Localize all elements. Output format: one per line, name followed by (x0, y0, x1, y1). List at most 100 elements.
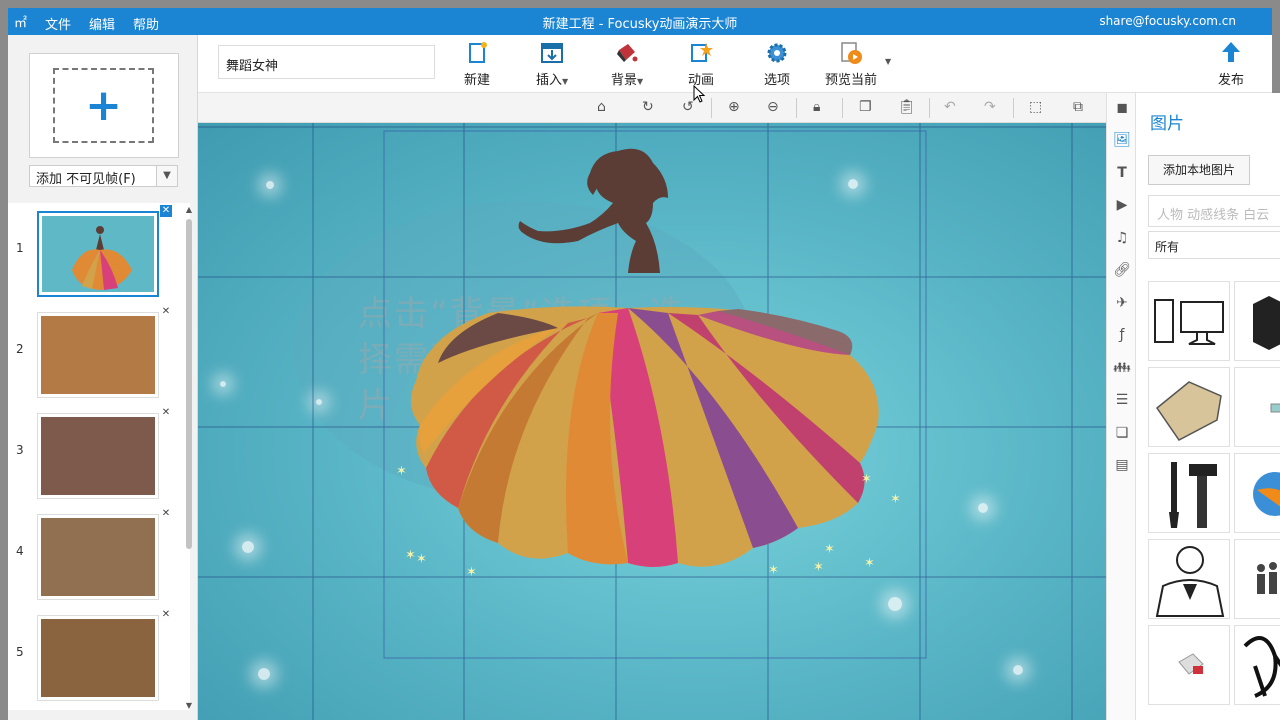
animation-button[interactable]: 动画 (688, 40, 714, 88)
clipart-tools[interactable] (1148, 453, 1230, 533)
people-icon[interactable]: 👪︎ (1113, 359, 1131, 377)
link-icon[interactable]: 🔗︎ (1113, 261, 1131, 279)
globe-icon (1253, 472, 1280, 516)
video-icon[interactable]: ▶ (1113, 196, 1131, 214)
svg-text:✶: ✶ (396, 464, 407, 479)
music-icon[interactable]: ♫ (1113, 229, 1131, 247)
fullscreen-icon[interactable]: ⧉ (1073, 99, 1083, 115)
insert-button[interactable]: 插入▼ (536, 40, 568, 88)
tools-icon (1169, 462, 1217, 528)
window-title: 新建工程 - Focusky动画演示大师 (542, 17, 738, 32)
select-area-icon[interactable]: ⬚ (1029, 99, 1042, 115)
publish-label: 发布 (1218, 73, 1245, 88)
publish-icon (1218, 40, 1244, 66)
rotate-left-icon[interactable]: ↺ (682, 99, 694, 115)
close-icon[interactable]: ✕ (160, 205, 172, 217)
close-icon[interactable]: ✕ (160, 508, 172, 520)
scroll-down-icon[interactable]: ▼ (184, 701, 194, 710)
svg-text:✶: ✶ (824, 542, 835, 557)
chevron-down-icon: ▼ (562, 77, 569, 86)
title-bar: ㎡ 文件 编辑 帮助 新建工程 - Focusky动画演示大师 share@fo… (8, 8, 1272, 35)
background-icon (614, 40, 640, 66)
lock-icon[interactable]: 🔒︎ (813, 99, 820, 115)
clipart-arrow-sketch[interactable] (1234, 625, 1280, 705)
insert-icon (539, 40, 565, 66)
clipart-building[interactable] (1234, 281, 1280, 361)
new-button[interactable]: 新建 (464, 40, 490, 88)
building-icon (1253, 296, 1280, 350)
new-icon (464, 40, 490, 66)
image-panel: 图片 添加本地图片 人物 动感线条 白云 所有 (1136, 93, 1280, 720)
zoom-out-icon[interactable]: ⊖ (767, 99, 779, 115)
chevron-down-icon: ▼ (637, 77, 644, 86)
frame-thumbnail[interactable] (37, 615, 159, 701)
plane-icon[interactable]: ✈ (1113, 294, 1131, 312)
preview-current-button[interactable]: 预览当前 (825, 40, 877, 88)
frame-number: 2 (16, 342, 24, 356)
arrow-sketch-icon (1243, 636, 1280, 698)
main-toolbar: 舞蹈女神 新建 插入▼ 背景▼ 动画 选项 预览当前 ▼ 发布 (198, 35, 1272, 93)
zoom-in-icon[interactable]: ⊕ (728, 99, 740, 115)
swf-icon[interactable]: ƒ (1113, 326, 1131, 344)
frame-item-5[interactable]: 5 ✕ (8, 607, 188, 701)
image-icon[interactable]: 🖼︎ (1113, 131, 1131, 149)
copy-icon[interactable]: ❐ (859, 99, 872, 115)
image-filter-select[interactable]: 所有 (1148, 231, 1280, 259)
layout-icon[interactable]: ▤ (1113, 456, 1131, 474)
scrollbar-thumb[interactable] (186, 219, 192, 549)
clipart-computer[interactable] (1148, 281, 1230, 361)
plus-icon: + (53, 68, 154, 143)
home-icon[interactable]: ⌂ (597, 99, 606, 115)
options-button[interactable]: 选项 (764, 40, 790, 88)
picture-icon (1270, 403, 1280, 413)
add-frame-button[interactable]: + (29, 53, 179, 158)
publish-button[interactable]: 发布 (1218, 40, 1244, 88)
project-name-field[interactable]: 舞蹈女神 (218, 45, 435, 79)
frame-item-3[interactable]: 3 ✕ (8, 405, 188, 499)
dancer-illustration[interactable]: ✶ ✶ ✶ ✶ ✶ ✶ ✶ ✶ ✶ ✶ (198, 123, 1106, 720)
eraser-icon (1178, 653, 1204, 675)
layers-icon[interactable]: ☰ (1113, 391, 1131, 409)
clipart-person[interactable] (1148, 539, 1230, 619)
close-icon[interactable]: ✕ (160, 407, 172, 419)
scroll-up-icon[interactable]: ▲ (184, 205, 194, 214)
frame-item-1[interactable]: 1 ✕ (8, 203, 188, 297)
undo-icon[interactable]: ↶ (944, 99, 956, 115)
close-icon[interactable]: ✕ (160, 306, 172, 318)
frame-number: 1 (16, 241, 24, 255)
preview-icon (838, 40, 864, 66)
shape-icon[interactable]: ◼ (1113, 99, 1131, 117)
image-search-input[interactable]: 人物 动感线条 白云 (1148, 195, 1280, 227)
svg-text:✶: ✶ (864, 556, 875, 571)
rotate-right-icon[interactable]: ↻ (642, 99, 654, 115)
clipart-picture[interactable] (1234, 367, 1280, 447)
svg-text:✶: ✶ (768, 563, 779, 578)
frame-item-4[interactable]: 4 ✕ (8, 506, 188, 600)
text-icon[interactable]: T (1113, 164, 1131, 182)
clipart-globe[interactable] (1234, 453, 1280, 533)
redo-icon[interactable]: ↷ (984, 99, 996, 115)
background-button[interactable]: 背景▼ (611, 40, 643, 88)
paste-icon[interactable]: 📋︎ (898, 99, 916, 115)
frame-thumbnail[interactable] (37, 211, 159, 297)
add-local-image-button[interactable]: 添加本地图片 (1148, 155, 1250, 185)
editor-canvas[interactable]: 点击“背景”选项，选择需要更换的背景图片 (198, 123, 1106, 720)
svg-text:✶: ✶ (405, 548, 416, 563)
clipart-people[interactable] (1234, 539, 1280, 619)
preview-label: 预览当前 (825, 73, 878, 88)
pages-icon[interactable]: ❏ (1113, 424, 1131, 442)
frame-item-2[interactable]: 2 ✕ (8, 304, 188, 398)
chevron-down-icon[interactable]: ▼ (156, 165, 178, 187)
clipart-eraser[interactable] (1148, 625, 1230, 705)
background-label: 背景 (611, 73, 638, 88)
frame-thumbnail[interactable] (37, 413, 159, 499)
account-email[interactable]: share@focusky.com.cn (1099, 14, 1236, 28)
clipart-box[interactable] (1148, 367, 1230, 447)
frame-list-scrollbar[interactable]: ▲ ▼ (184, 205, 194, 710)
frame-thumbnail[interactable] (37, 312, 159, 398)
add-frame-type-select[interactable]: 添加 不可见帧(F) (29, 165, 177, 187)
chevron-down-icon[interactable]: ▼ (885, 57, 891, 66)
close-icon[interactable]: ✕ (160, 609, 172, 621)
frame-thumbnail[interactable] (37, 514, 159, 600)
resource-category-bar: ◼ 🖼︎ T ▶ ♫ 🔗︎ ✈ ƒ 👪︎ ☰ ❏ ▤ (1106, 93, 1136, 720)
